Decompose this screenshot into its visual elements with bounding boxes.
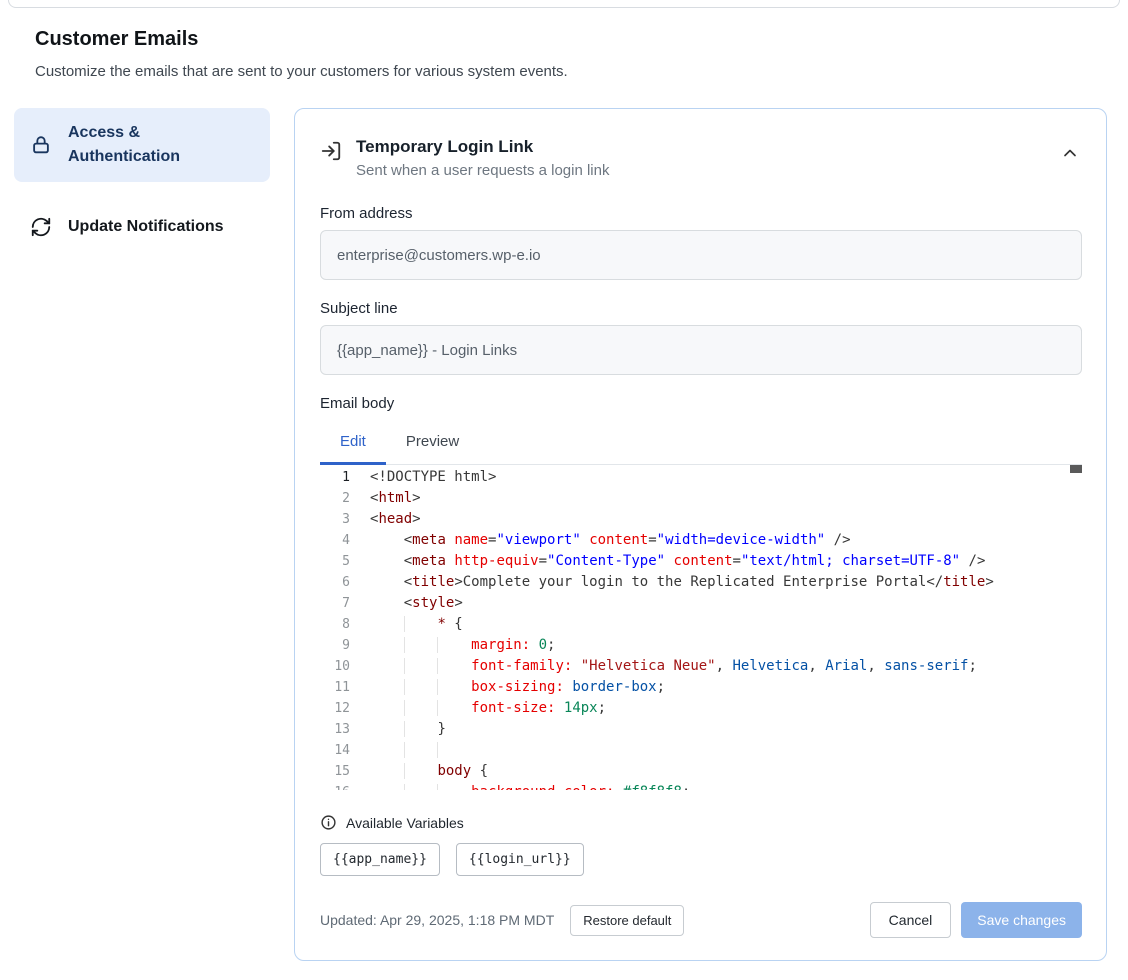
from-address-group: From address xyxy=(320,205,1082,280)
code-line: 11 box-sizing: border-box; xyxy=(320,677,1082,698)
line-number: 5 xyxy=(320,551,350,572)
email-body-group: Email body Edit Preview 1 <!DOCTYPE html>… xyxy=(320,395,1082,790)
line-number: 6 xyxy=(320,572,350,593)
line-number: 1 xyxy=(320,467,350,488)
card-subtitle: Sent when a user requests a login link xyxy=(356,162,609,179)
variable-chip-login-url[interactable]: {{login_url}} xyxy=(456,843,584,876)
line-number: 13 xyxy=(320,719,350,740)
line-number: 10 xyxy=(320,656,350,677)
line-number: 7 xyxy=(320,593,350,614)
code-line: 5 <meta http-equiv="Content-Type" conten… xyxy=(320,551,1082,572)
code-editor[interactable]: 1<!DOCTYPE html>2<html>3<head>4 <meta na… xyxy=(320,465,1082,790)
from-address-input[interactable] xyxy=(320,230,1082,280)
code-line: 2 <html> xyxy=(320,488,1082,509)
code-text: * { xyxy=(370,614,463,635)
save-changes-button[interactable]: Save changes xyxy=(961,902,1082,938)
line-number: 4 xyxy=(320,530,350,551)
page-subtitle: Customize the emails that are sent to yo… xyxy=(35,63,1107,80)
content-layout: Access & Authentication Update Notificat… xyxy=(14,108,1107,961)
card-header-text: Temporary Login Link Sent when a user re… xyxy=(356,137,609,179)
page-title: Customer Emails xyxy=(35,28,1107,51)
info-icon[interactable] xyxy=(320,814,337,831)
tab-edit[interactable]: Edit xyxy=(320,424,386,465)
email-body-label: Email body xyxy=(320,395,1082,412)
sidebar-item-label: Update Notifications xyxy=(68,215,224,239)
subject-line-input[interactable] xyxy=(320,325,1082,375)
lock-icon xyxy=(30,134,52,156)
sidebar-item-update-notifications[interactable]: Update Notifications xyxy=(14,202,270,252)
subject-line-group: Subject line xyxy=(320,300,1082,375)
code-text: <!DOCTYPE html> xyxy=(370,467,496,488)
code-line: 15 body { xyxy=(320,761,1082,782)
code-text: font-family: "Helvetica Neue", Helvetica… xyxy=(370,656,977,677)
from-address-label: From address xyxy=(320,205,1082,222)
tab-preview[interactable]: Preview xyxy=(386,424,479,465)
code-text: margin: 0; xyxy=(370,635,555,656)
variable-chips: {{app_name}} {{login_url}} xyxy=(320,843,1082,876)
page-header: Customer Emails Customize the emails tha… xyxy=(35,28,1107,80)
cancel-button[interactable]: Cancel xyxy=(870,902,952,938)
restore-default-button[interactable]: Restore default xyxy=(570,905,684,936)
card-title: Temporary Login Link xyxy=(356,137,609,157)
code-line: 13 } xyxy=(320,719,1082,740)
code-text: <title>Complete your login to the Replic… xyxy=(370,572,994,593)
sidebar: Access & Authentication Update Notificat… xyxy=(14,108,270,252)
line-number: 11 xyxy=(320,677,350,698)
code-line: 1 <!DOCTYPE html> xyxy=(320,467,1082,488)
code-line: 14 xyxy=(320,740,1082,761)
editor-scrollbar[interactable] xyxy=(1070,465,1082,790)
sync-icon xyxy=(30,216,52,238)
code-text: <meta name="viewport" content="width=dev… xyxy=(370,530,851,551)
code-text: font-size: 14px; xyxy=(370,698,606,719)
code-text: <html> xyxy=(370,488,421,509)
code-text: box-sizing: border-box; xyxy=(370,677,665,698)
collapse-button[interactable] xyxy=(1058,141,1082,165)
code-editor-lines: 1<!DOCTYPE html>2<html>3<head>4 <meta na… xyxy=(320,465,1082,790)
code-text: } xyxy=(370,719,446,740)
updated-timestamp: Updated: Apr 29, 2025, 1:18 PM MDT xyxy=(320,912,554,928)
code-line: 6 <title>Complete your login to the Repl… xyxy=(320,572,1082,593)
code-text: <head> xyxy=(370,509,421,530)
chevron-up-icon xyxy=(1060,143,1080,163)
email-body-tabs: Edit Preview xyxy=(320,424,1082,465)
line-number: 2 xyxy=(320,488,350,509)
code-line: 8 * { xyxy=(320,614,1082,635)
code-line: 9 margin: 0; xyxy=(320,635,1082,656)
temporary-login-link-card: Temporary Login Link Sent when a user re… xyxy=(294,108,1107,961)
code-text: body { xyxy=(370,761,488,782)
code-line: 10 font-family: "Helvetica Neue", Helvet… xyxy=(320,656,1082,677)
line-number: 15 xyxy=(320,761,350,782)
card-header: Temporary Login Link Sent when a user re… xyxy=(320,137,1082,179)
available-variables-header: Available Variables xyxy=(320,814,1082,831)
login-icon xyxy=(320,140,342,162)
code-text: <meta http-equiv="Content-Type" content=… xyxy=(370,551,985,572)
code-line: 12 font-size: 14px; xyxy=(320,698,1082,719)
code-line: 7 <style> xyxy=(320,593,1082,614)
line-number: 14 xyxy=(320,740,350,761)
code-line: 4 <meta name="viewport" content="width=d… xyxy=(320,530,1082,551)
variable-chip-app-name[interactable]: {{app_name}} xyxy=(320,843,440,876)
code-text: <style> xyxy=(370,593,463,614)
editor-scrollbar-thumb[interactable] xyxy=(1070,465,1082,473)
sidebar-item-access-authentication[interactable]: Access & Authentication xyxy=(14,108,270,182)
available-variables-label: Available Variables xyxy=(346,815,464,831)
line-number: 3 xyxy=(320,509,350,530)
previous-card-bottom-edge xyxy=(8,0,1120,8)
code-line: 16 background-color: #f8f8f8; xyxy=(320,782,1082,790)
line-number: 16 xyxy=(320,782,350,790)
footer-actions: Cancel Save changes xyxy=(870,902,1082,938)
line-number: 9 xyxy=(320,635,350,656)
sidebar-item-label: Access & Authentication xyxy=(68,121,254,169)
card-footer: Updated: Apr 29, 2025, 1:18 PM MDT Resto… xyxy=(320,902,1082,938)
code-line: 3 <head> xyxy=(320,509,1082,530)
line-number: 12 xyxy=(320,698,350,719)
subject-line-label: Subject line xyxy=(320,300,1082,317)
code-text xyxy=(370,740,471,761)
line-number: 8 xyxy=(320,614,350,635)
code-text: background-color: #f8f8f8; xyxy=(370,782,690,790)
